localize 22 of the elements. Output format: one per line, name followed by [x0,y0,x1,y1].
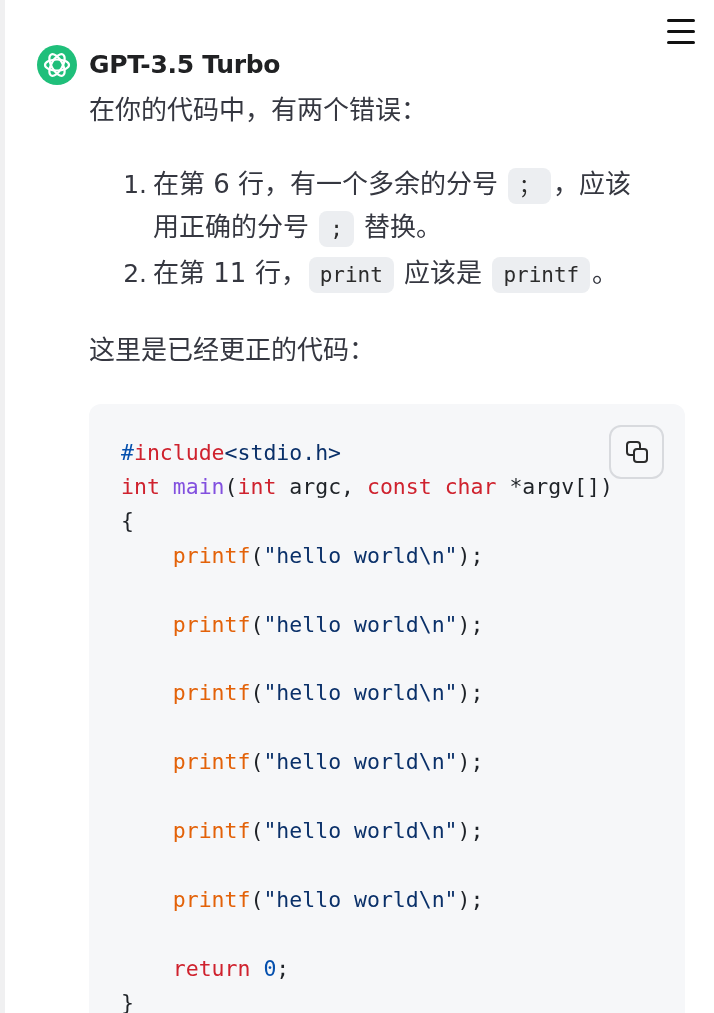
menu-icon[interactable] [667,19,695,44]
logo-icon [37,45,77,85]
code-line: printf("hello world\n"); [172,750,484,774]
code-line: #include<stdio.h> [121,440,342,464]
list-item-text: 在第 11 行， print 应该是 printf 。 [153,252,653,295]
code-line: printf("hello world\n"); [172,612,484,636]
code-line: printf("hello world\n"); [172,887,484,911]
outro-text: 这里是已经更正的代码： [89,334,375,367]
code-line: int main(int argc, const char *argv[]) [121,475,613,499]
list-number: 1. [122,169,147,201]
list-item-text: 在第 6 行，有一个多余的分号 ； ，应该用正确的分号 ; 替换。 [153,163,653,249]
copy-button[interactable] [609,425,664,479]
code-line: { [121,509,134,533]
code-line: printf("hello world\n"); [172,681,484,705]
model-title: GPT-3.5 Turbo [89,49,281,81]
intro-text: 在你的代码中，有两个错误： [89,94,427,127]
code-line: } [121,990,134,1013]
list-number: 2. [122,258,147,290]
copy-icon [625,441,648,463]
code-line: printf("hello world\n"); [172,819,484,842]
code-line: return 0; [172,956,290,980]
code-line: printf("hello world\n"); [172,543,484,567]
